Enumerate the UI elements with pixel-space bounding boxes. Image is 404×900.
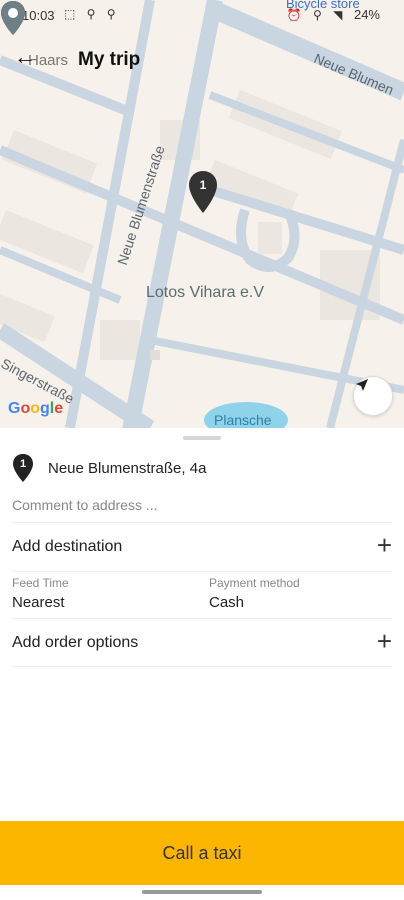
feed-time-value: Nearest [12,594,65,611]
add-destination-row[interactable]: Add destination + [12,524,392,572]
google-logo-letter: e [54,400,64,417]
system-nav-handle[interactable] [142,890,262,894]
map-pin-shape [189,171,217,213]
status-time: 10:03 [22,8,55,23]
divider [12,666,392,667]
lotos-poi-pin-icon[interactable] [0,0,26,36]
pickup-marker-icon: 1 [12,453,34,483]
pickup-pin-icon[interactable]: 1 [187,170,219,214]
google-logo-letter: o [30,400,41,417]
locate-me-button[interactable] [353,376,393,416]
add-order-options-row[interactable]: Add order options + [12,620,392,668]
pickup-pin-number: 1 [199,178,207,192]
pickup-row[interactable]: 1 Neue Blumenstraße, 4a [12,453,392,485]
payment-method-caption: Payment method [209,576,300,590]
address-comment-input[interactable]: Comment to address ... [12,497,158,513]
google-logo: Google [8,400,63,418]
add-order-options-label: Add order options [12,634,139,651]
divider [12,571,392,572]
google-logo-letter: g [40,400,50,417]
drag-handle[interactable] [183,436,221,440]
poi-plansche[interactable]: Plansche [214,412,272,428]
google-logo-letter: G [8,400,21,417]
payment-method-field[interactable]: Payment method Cash [209,576,389,620]
plus-icon[interactable]: + [377,532,392,558]
page-title: My trip [78,49,141,70]
trip-sheet: 1 Neue Blumenstraße, 4a Comment to addre… [0,428,404,900]
navigation-arrow-icon [356,379,368,391]
divider [12,522,392,523]
notification-icons: ⬚ ⚲ ⚲ [64,7,120,21]
poi-lotos-vihara[interactable]: Lotos Vihara e.V [146,284,264,302]
payment-method-value: Cash [209,594,245,611]
feed-time-field[interactable]: Feed Time Nearest [12,576,192,620]
google-logo-letter: o [20,400,31,417]
back-arrow-icon[interactable]: ← [14,44,36,70]
divider [12,618,392,619]
map-view[interactable]: 10:03 ⬚ ⚲ ⚲ ⏰ ⚲ ◥ 24% Bicycle store Haar… [0,0,404,428]
add-destination-label: Add destination [12,538,123,555]
pickup-marker-number: 1 [19,458,27,470]
poi-bicycle-store[interactable]: Bicycle store [286,0,360,11]
call-taxi-button[interactable]: Call a taxi [0,821,404,885]
pickup-address: Neue Blumenstraße, 4a [48,460,207,477]
call-taxi-label: Call a taxi [162,842,242,863]
feed-time-caption: Feed Time [12,576,69,590]
plus-icon[interactable]: + [377,628,392,654]
